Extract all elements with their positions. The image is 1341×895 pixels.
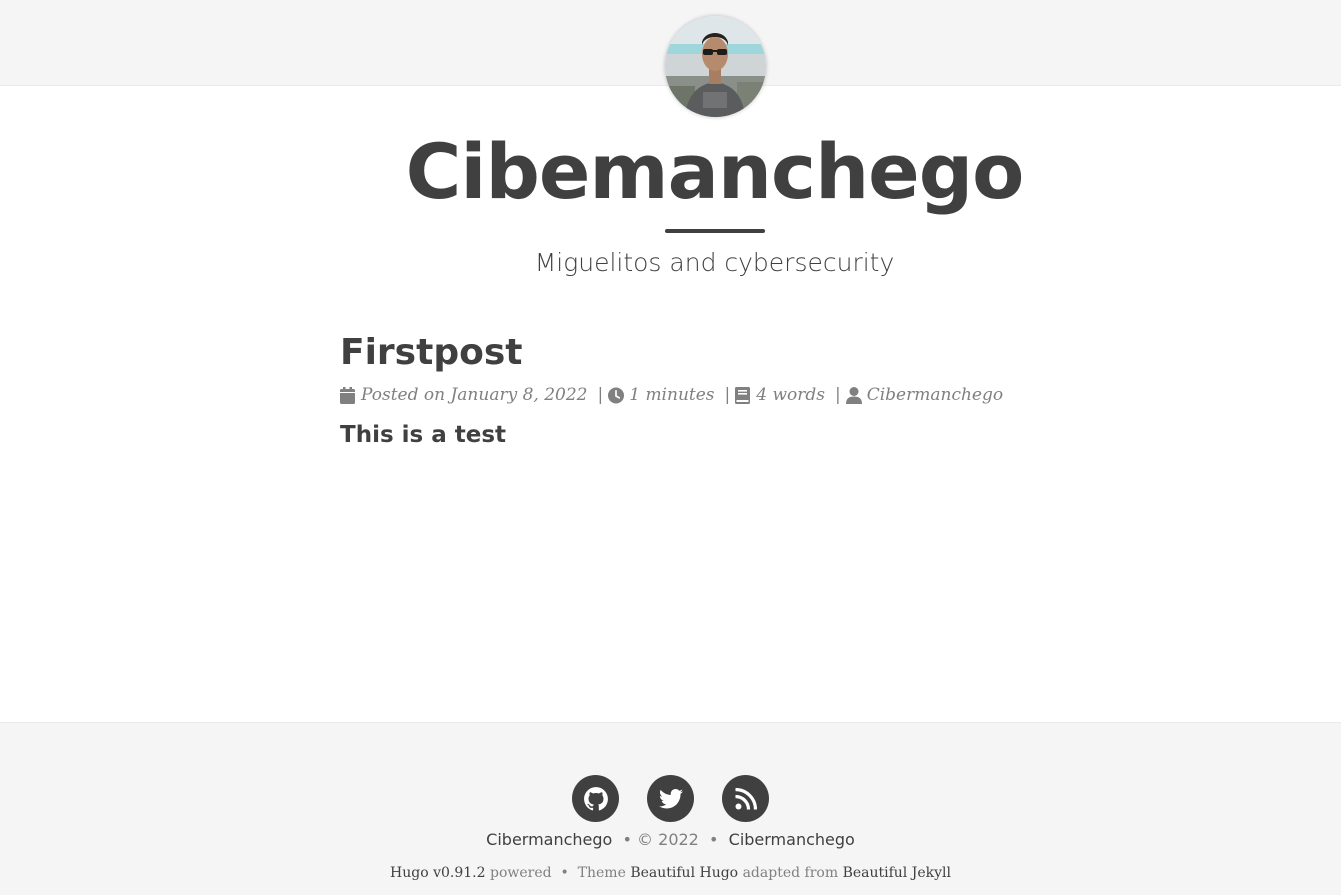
footer: Cibermanchego • © 2022 • Cibermanchego H… [0, 722, 1341, 895]
post-date: Posted on January 8, 2022 [361, 385, 588, 405]
clock-icon [608, 386, 625, 404]
copyright-year: © 2022 [637, 830, 699, 849]
post-author: Cibermanchego [866, 385, 1004, 405]
copyright-site-link[interactable]: Cibermanchego [729, 830, 855, 849]
post-meta: Posted on January 8, 2022 | 1 minutes | … [340, 384, 1040, 406]
copyright-dot: • [622, 830, 632, 849]
book-icon [735, 386, 751, 404]
meta-separator: | [835, 385, 841, 405]
post-excerpt: This is a test [340, 422, 507, 448]
site-title: Cibemanchego [405, 127, 1025, 216]
github-icon [583, 786, 608, 810]
copyright-dot: • [709, 830, 719, 849]
powered-text: powered [489, 865, 552, 881]
adapted-text: adapted from [742, 865, 839, 881]
avatar[interactable] [665, 16, 766, 117]
hugo-link[interactable]: Hugo v0.91.2 [390, 865, 486, 881]
word-count: 4 words [756, 385, 825, 405]
github-link[interactable] [572, 775, 619, 822]
adapted-link[interactable]: Beautiful Jekyll [843, 865, 951, 881]
copyright: Cibermanchego • © 2022 • Cibermanchego [0, 829, 1341, 851]
post-title-link[interactable]: Firstpost [340, 330, 522, 376]
meta-separator: | [724, 385, 731, 405]
rss-icon [734, 787, 757, 810]
theme-label: Theme [577, 865, 626, 881]
avatar-photo [665, 16, 766, 117]
rss-link[interactable] [722, 775, 769, 822]
site-subtitle: Miguelitos and cybersecurity [534, 248, 895, 277]
title-divider [665, 229, 765, 233]
calendar-icon [340, 386, 356, 404]
reading-time: 1 minutes [629, 385, 715, 405]
post-preview: Firstpost Posted on January 8, 2022 | 1 … [340, 330, 1040, 450]
social-links [0, 775, 1341, 822]
copyright-author: Cibermanchego [486, 830, 613, 849]
powered-dot: • [560, 865, 569, 881]
meta-separator: | [597, 385, 604, 405]
twitter-icon [658, 788, 683, 808]
theme-link[interactable]: Beautiful Hugo [630, 865, 738, 881]
user-icon [845, 386, 862, 404]
powered-by: Hugo v0.91.2 powered • Theme Beautiful H… [0, 863, 1341, 883]
twitter-link[interactable] [647, 775, 694, 822]
